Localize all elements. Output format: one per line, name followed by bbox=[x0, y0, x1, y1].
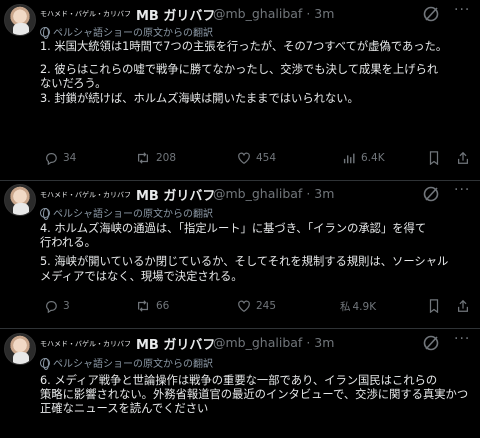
grok-icon[interactable] bbox=[423, 335, 439, 351]
repost-icon bbox=[138, 300, 148, 312]
reply-button[interactable]: 3 bbox=[44, 299, 70, 313]
reply-button[interactable]: 34 bbox=[44, 151, 76, 165]
share-icon[interactable] bbox=[456, 299, 470, 313]
heart-icon bbox=[238, 152, 250, 164]
tweet-line: 1. 米国大統領は1時間で7つの主張を行ったが、その7つすべてが虚偽であった。 bbox=[40, 40, 448, 53]
separator: · bbox=[306, 335, 311, 350]
avatar-label: モハメド・バゲル・カリバフ bbox=[40, 340, 131, 348]
display-name[interactable]: MB ガリバフ bbox=[136, 185, 215, 204]
translation-note[interactable]: ペルシャ語ショーの原文からの翻訳 bbox=[40, 24, 213, 39]
translation-note[interactable]: ペルシャ語ショーの原文からの翻訳 bbox=[40, 205, 213, 220]
more-options-icon[interactable]: ··· bbox=[454, 2, 470, 18]
views-button[interactable]: 6.4K bbox=[342, 151, 385, 165]
handle[interactable]: @mb_ghalibaf · 3m bbox=[213, 335, 334, 350]
tweet-line: 4. ホルムズ海峡の通過は、「指定ルート」に基づき、「イランの承認」を得て bbox=[40, 222, 427, 235]
like-count: 454 bbox=[256, 152, 277, 164]
tweet-line: 3. 封鎖が続けば、ホルムズ海峡は開いたままではいられない。 bbox=[40, 91, 359, 105]
tweet-line: 行われる。 bbox=[40, 236, 96, 250]
handle-text[interactable]: @mb_ghalibaf bbox=[213, 335, 302, 350]
translation-note-text: ペルシャ語ショーの原文からの翻訳 bbox=[53, 28, 213, 39]
share-icon[interactable] bbox=[456, 151, 470, 165]
globe-icon bbox=[40, 208, 50, 220]
avatar-label: モハメド・バゲル・カリバフ bbox=[40, 10, 131, 18]
action-bar: 34 208 454 6.4K bbox=[44, 151, 474, 167]
separator: · bbox=[306, 186, 311, 201]
tweet-text: 4. ホルムズ海峡の通過は、「指定ルート」に基づき、「イランの承認」を得て 行わ… bbox=[40, 222, 472, 284]
handle-text[interactable]: @mb_ghalibaf bbox=[213, 186, 302, 201]
tweet-line: 6. メディア戦争と世論操作は戦争の重要な一部であり、イラン国民はこれらの bbox=[40, 374, 438, 387]
timestamp[interactable]: 3m bbox=[314, 6, 334, 21]
like-button[interactable]: 245 bbox=[237, 299, 276, 313]
handle-text[interactable]: @mb_ghalibaf bbox=[213, 6, 302, 21]
tweet-text: 6. メディア戦争と世論操作は戦争の重要な一部であり、イラン国民はこれらの 策略… bbox=[40, 374, 472, 417]
more-options-icon[interactable]: ··· bbox=[454, 182, 470, 198]
tweet[interactable]: モハメド・バゲル・カリバフ MB ガリバフ @mb_ghalibaf · 3m … bbox=[0, 181, 480, 328]
tweet[interactable]: モハメド・バゲル・カリバフ MB ガリバフ @mb_ghalibaf · 3m … bbox=[0, 329, 480, 438]
views-prefix: 私 bbox=[340, 301, 351, 313]
translation-note[interactable]: ペルシャ語ショーの原文からの翻訳 bbox=[40, 355, 213, 370]
tweet-line: 策略に影響されない。外務省報道官の最近のインタビューで、交渉に関する真実かつ bbox=[40, 388, 469, 402]
globe-icon bbox=[40, 358, 50, 370]
grok-icon[interactable] bbox=[423, 186, 439, 202]
grok-icon[interactable] bbox=[423, 6, 439, 22]
tweet-text: 1. 米国大統領は1時間で7つの主張を行ったが、その7つすべてが虚偽であった。 … bbox=[40, 40, 472, 106]
timestamp[interactable]: 3m bbox=[314, 186, 334, 201]
action-bar: 3 66 245 私 4.9K bbox=[44, 299, 474, 315]
reply-icon bbox=[46, 301, 57, 313]
reply-count: 3 bbox=[63, 300, 70, 312]
tweet-line: メディアではなく、現場で決定される。 bbox=[40, 269, 243, 283]
repost-button[interactable]: 66 bbox=[135, 299, 169, 313]
views-icon bbox=[343, 153, 355, 164]
handle[interactable]: @mb_ghalibaf · 3m bbox=[213, 6, 334, 21]
reply-count: 34 bbox=[63, 152, 77, 164]
tweet-line: 5. 海峡が開いているか閉じているか、そしてそれを規制する規則は、ソーシャル bbox=[40, 255, 449, 269]
heart-icon bbox=[238, 300, 250, 312]
repost-icon bbox=[138, 152, 148, 164]
translation-note-text: ペルシャ語ショーの原文からの翻訳 bbox=[53, 209, 213, 220]
tweet-line: ないだろう。 bbox=[40, 77, 107, 91]
reply-icon bbox=[46, 153, 57, 165]
globe-icon bbox=[40, 27, 50, 39]
tweet-line: 2. 彼らはこれらの嘘で戦争に勝てなかったし、交渉でも決して成果を上げられ bbox=[40, 63, 439, 77]
tweet[interactable]: モハメド・バゲル・カリバフ MB ガリバフ @mb_ghalibaf · 3m … bbox=[0, 0, 480, 180]
avatar-label: モハメド・バゲル・カリバフ bbox=[40, 191, 131, 199]
repost-count: 66 bbox=[156, 300, 170, 312]
translation-note-text: ペルシャ語ショーの原文からの翻訳 bbox=[53, 359, 213, 370]
repost-count: 208 bbox=[156, 152, 177, 164]
bookmark-icon[interactable] bbox=[428, 299, 440, 313]
like-count: 245 bbox=[256, 300, 277, 312]
handle[interactable]: @mb_ghalibaf · 3m bbox=[213, 186, 334, 201]
like-button[interactable]: 454 bbox=[237, 151, 276, 165]
bookmark-icon[interactable] bbox=[428, 151, 440, 165]
display-name[interactable]: MB ガリバフ bbox=[136, 334, 215, 353]
separator: · bbox=[306, 6, 311, 21]
views-button[interactable]: 私 4.9K bbox=[340, 299, 376, 314]
avatar[interactable] bbox=[4, 184, 36, 216]
timestamp[interactable]: 3m bbox=[314, 335, 334, 350]
avatar[interactable] bbox=[4, 333, 36, 365]
more-options-icon[interactable]: ··· bbox=[454, 331, 470, 347]
display-name[interactable]: MB ガリバフ bbox=[136, 5, 215, 24]
views-count: 6.4K bbox=[361, 152, 385, 164]
views-count: 4.9K bbox=[352, 300, 377, 313]
tweet-line: 正確なニュースを読んでください bbox=[40, 402, 209, 416]
repost-button[interactable]: 208 bbox=[135, 151, 176, 165]
avatar[interactable] bbox=[4, 4, 36, 36]
